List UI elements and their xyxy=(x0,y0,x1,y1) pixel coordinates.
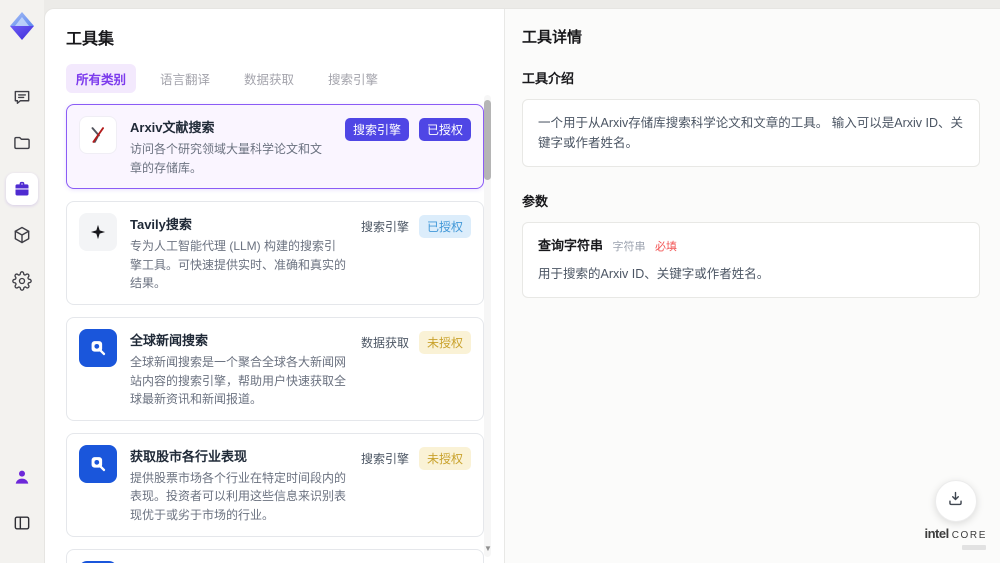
bottom-right-overlay: intel CORE xyxy=(924,480,987,550)
tool-name: 全球新闻搜索 xyxy=(130,332,209,348)
category-badge: 搜索引擎 xyxy=(344,118,409,141)
tool-desc: 专为人工智能代理 (LLM) 构建的搜索引擎工具。可快速提供实时、准确和真实的结… xyxy=(130,239,347,291)
folder-icon xyxy=(12,133,32,153)
tab-search-engine[interactable]: 搜索引擎 xyxy=(318,64,388,93)
arxiv-icon xyxy=(79,116,117,154)
blue-search-icon xyxy=(79,328,117,367)
intel-ultra-mark xyxy=(962,545,986,550)
tool-desc: 全球新闻搜索是一个聚合全球各大新闻网站内容的搜索引擎，帮助用户快速获取全球最新资… xyxy=(130,354,347,407)
main-panel: 工具集 所有类别 语言翻译 数据获取 搜索引擎 Arxiv文献搜索 访问各个研究… xyxy=(44,8,1000,563)
tool-card-active-stocks[interactable]: 获取市场最活跃股票信息 提供当天交易量最高的股票列表。投资者可以利用这些信息来识… xyxy=(66,548,484,563)
core-wordmark: CORE xyxy=(951,530,987,542)
app-window: 工具集 所有类别 语言翻译 数据获取 搜索引擎 Arxiv文献搜索 访问各个研究… xyxy=(0,0,1000,563)
package-icon xyxy=(12,225,32,245)
status-badge: 已授权 xyxy=(418,215,471,239)
param-type: 字符串 xyxy=(612,241,646,253)
tool-desc: 提供股票市场各个行业在特定时间段内的表现。投资者可以利用这些信息来识别表现优于或… xyxy=(130,470,347,522)
left-rail xyxy=(0,0,44,563)
sidebar-item-toggle-panel[interactable] xyxy=(6,507,38,539)
chat-icon xyxy=(12,87,32,107)
download-button[interactable] xyxy=(934,480,977,523)
category-label: 数据获取 xyxy=(360,335,409,350)
tool-intro-card: 一个用于从Arxiv存储库搜索科学论文和文章的工具。 输入可以是Arxiv ID… xyxy=(522,99,980,167)
user-icon xyxy=(12,467,32,487)
toolbox-icon xyxy=(12,179,32,199)
status-badge: 未授权 xyxy=(418,330,471,354)
sidebar-item-account[interactable] xyxy=(6,461,38,493)
page-title: 工具集 xyxy=(66,31,115,48)
tool-list: Arxiv文献搜索 访问各个研究领域大量科学论文和文章的存储库。 搜索引擎 已授… xyxy=(66,104,484,563)
list-scrollbar[interactable]: ▼ xyxy=(484,95,492,557)
detail-title: 工具详情 xyxy=(522,29,583,46)
param-required-badge: 必填 xyxy=(654,241,677,253)
tool-name: 获取股市各行业表现 xyxy=(130,448,248,464)
tool-card-global-news[interactable]: 全球新闻搜索 全球新闻搜索是一个聚合全球各大新闻网站内容的搜索引擎，帮助用户快速… xyxy=(66,316,484,421)
tab-all-categories[interactable]: 所有类别 xyxy=(66,64,137,93)
param-desc: 用于搜索的Arxiv ID、关键字或作者姓名。 xyxy=(538,266,770,281)
blue-search-icon xyxy=(79,444,117,483)
category-label: 搜索引擎 xyxy=(360,220,409,235)
tool-card-arxiv[interactable]: Arxiv文献搜索 访问各个研究领域大量科学论文和文章的存储库。 搜索引擎 已授… xyxy=(66,104,484,190)
tool-list-pane: 工具集 所有类别 语言翻译 数据获取 搜索引擎 Arxiv文献搜索 访问各个研究… xyxy=(45,9,504,563)
tool-name: Arxiv文献搜索 xyxy=(130,120,215,135)
tavily-star-icon xyxy=(79,213,117,252)
tool-card-sector-performance[interactable]: 获取股市各行业表现 提供股票市场各个行业在特定时间段内的表现。投资者可以利用这些… xyxy=(66,432,484,537)
settings-gear-icon xyxy=(12,271,32,291)
category-tabs: 所有类别 语言翻译 数据获取 搜索引擎 xyxy=(66,64,476,93)
tool-name: Tavily搜索 xyxy=(130,217,192,233)
intro-heading: 工具介绍 xyxy=(522,71,575,86)
intel-wordmark: intel xyxy=(924,526,949,542)
tool-intro-text: 一个用于从Arxiv存储库搜索科学论文和文章的工具。 输入可以是Arxiv ID… xyxy=(538,116,964,150)
scrollbar-thumb[interactable] xyxy=(484,100,491,180)
tab-data-fetching[interactable]: 数据获取 xyxy=(234,64,304,93)
category-label: 搜索引擎 xyxy=(360,451,409,466)
tool-desc: 访问各个研究领域大量科学论文和文章的存储库。 xyxy=(130,142,323,175)
param-name: 查询字符串 xyxy=(538,238,604,253)
sidebar-item-tools[interactable] xyxy=(6,173,38,205)
download-icon xyxy=(946,489,965,513)
param-card: 查询字符串 字符串 必填 用于搜索的Arxiv ID、关键字或作者姓名。 xyxy=(522,222,980,298)
status-badge: 未授权 xyxy=(418,446,471,470)
sidebar-item-files[interactable] xyxy=(6,127,38,159)
params-heading: 参数 xyxy=(522,194,549,209)
sidebar-item-settings[interactable] xyxy=(6,265,38,297)
sidebar-item-packages[interactable] xyxy=(6,219,38,251)
sidebar-item-chat[interactable] xyxy=(6,81,38,113)
scrollbar-down-arrow[interactable]: ▼ xyxy=(484,544,492,553)
tool-card-tavily[interactable]: Tavily搜索 专为人工智能代理 (LLM) 构建的搜索引擎工具。可快速提供实… xyxy=(66,201,484,305)
app-logo-icon xyxy=(5,9,39,43)
panel-toggle-icon xyxy=(12,513,32,533)
intel-core-logo: intel CORE xyxy=(924,525,987,550)
status-badge: 已授权 xyxy=(418,118,471,141)
tab-language-translation[interactable]: 语言翻译 xyxy=(150,64,220,93)
